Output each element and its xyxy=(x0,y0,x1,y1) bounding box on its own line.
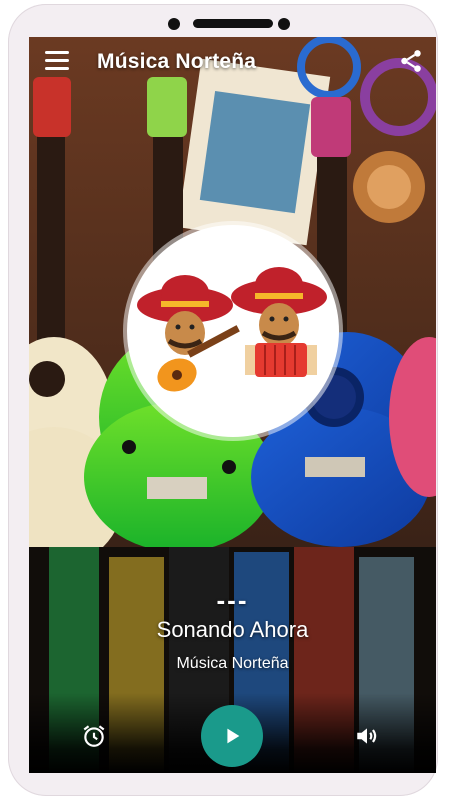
now-playing-label: Sonando Ahora xyxy=(156,617,309,642)
volume-button[interactable] xyxy=(354,723,380,749)
player-controls xyxy=(29,693,436,773)
volume-icon xyxy=(357,728,377,744)
track-title: --- xyxy=(216,585,249,615)
mariachi-musicians-logo xyxy=(137,267,327,392)
alarm-button[interactable] xyxy=(81,723,107,749)
sensor-dot xyxy=(278,18,290,30)
station-name: Música Norteña xyxy=(176,655,289,672)
alarm-icon xyxy=(83,725,105,747)
app-title: Música Norteña xyxy=(97,50,257,73)
top-app-bar: Música Norteña xyxy=(29,37,436,87)
play-icon xyxy=(227,728,240,744)
share-icon xyxy=(401,50,421,72)
play-button[interactable] xyxy=(201,705,263,767)
app-screen: Música Norteña --- Sonando Ahora Música … xyxy=(29,37,436,773)
menu-icon-line xyxy=(45,59,69,62)
speaker-grille xyxy=(193,19,273,28)
station-logo xyxy=(127,225,339,437)
menu-icon-line xyxy=(45,51,69,54)
phone-frame: Música Norteña --- Sonando Ahora Música … xyxy=(8,4,438,796)
menu-icon-line xyxy=(45,67,69,70)
camera-dot xyxy=(168,18,180,30)
share-button[interactable] xyxy=(398,48,424,74)
menu-button[interactable] xyxy=(45,51,69,71)
